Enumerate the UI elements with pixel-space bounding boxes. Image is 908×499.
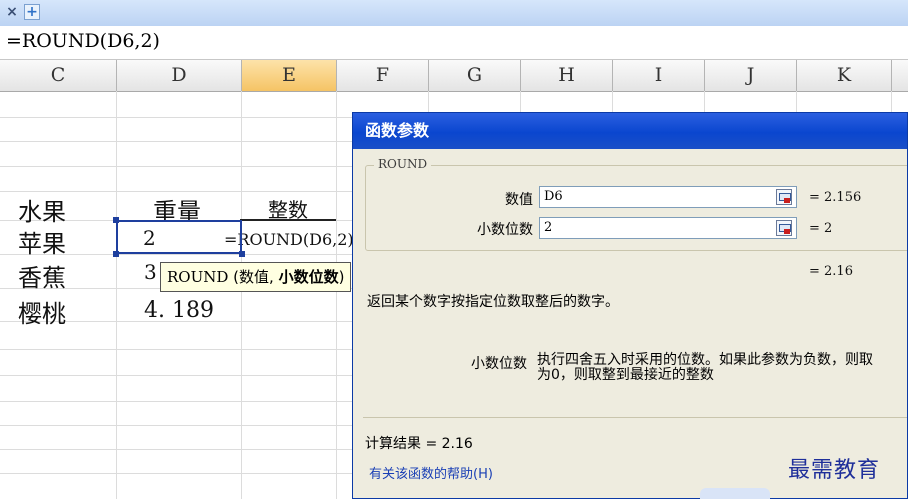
tooltip-arg-open: (数值, — [233, 268, 274, 286]
group-label: ROUND — [374, 157, 432, 171]
formula-result-preview: = 2.16 — [809, 264, 853, 279]
param-description-line-2: 为0，则取整到最接近的整数 — [537, 367, 714, 383]
column-header-i[interactable]: I — [613, 60, 705, 91]
selection-handle[interactable] — [239, 251, 245, 257]
dialog-separator — [363, 417, 907, 418]
taskbar-glow — [700, 488, 770, 499]
cell-cherry-weight[interactable]: 4. 189 — [144, 298, 214, 323]
column-header-j[interactable]: J — [705, 60, 797, 91]
arg-result-digits: = 2 — [809, 221, 833, 236]
function-help-link[interactable]: 有关该函数的帮助(H) — [369, 463, 493, 482]
column-header-e[interactable]: E — [242, 60, 337, 91]
function-description: 返回某个数字按指定位数取整后的数字。 — [367, 294, 619, 310]
watermark-logo: 最需教育 — [788, 458, 881, 483]
cell-fruit-header[interactable]: 水果 — [18, 192, 66, 227]
arg-label-number: 数值 — [505, 192, 533, 208]
function-arguments-dialog: 函数参数 ROUND 数值 D6 = 2.156 小数位数 2 = 2 = 2.… — [352, 112, 908, 499]
arg-value-number: D6 — [544, 189, 563, 204]
cell-banana-name[interactable]: 香蕉 — [18, 258, 66, 293]
dialog-title[interactable]: 函数参数 — [353, 113, 907, 149]
tooltip-active-arg: 小数位数 — [278, 268, 339, 286]
formula-text[interactable]: =ROUND(D6,2) — [6, 30, 160, 52]
column-header-h[interactable]: H — [521, 60, 613, 91]
collapse-dialog-icon[interactable] — [776, 220, 792, 236]
arg-label-digits: 小数位数 — [477, 222, 533, 238]
arg-result-number: = 2.156 — [809, 190, 862, 205]
param-name: 小数位数 — [471, 356, 527, 372]
calc-result: 计算结果 = 2.16 — [365, 436, 473, 452]
function-signature-tooltip: ROUND (数值, 小数位数) — [160, 262, 352, 292]
selection-handle[interactable] — [113, 217, 119, 223]
column-headers: C D E F G H I J K — [0, 60, 908, 92]
close-icon[interactable]: × — [4, 4, 20, 20]
collapse-dialog-icon[interactable] — [776, 189, 792, 205]
tooltip-arg-close: ) — [338, 268, 345, 286]
header-underline — [240, 219, 336, 221]
add-sheet-icon[interactable]: + — [24, 4, 40, 20]
cell-cherry-name[interactable]: 樱桃 — [18, 294, 66, 329]
sheet-tab-strip: × + — [0, 0, 908, 27]
column-header-k[interactable]: K — [797, 60, 892, 91]
param-description-line-1: 执行四舍五入时采用的位数。如果此参数为负数，则取 — [537, 352, 873, 368]
formula-bar[interactable]: =ROUND(D6,2) — [0, 26, 908, 60]
arg-input-digits[interactable]: 2 — [539, 217, 797, 239]
column-header-c[interactable]: C — [0, 60, 117, 91]
cell-apple-formula[interactable]: =ROUND(D6,2) — [224, 230, 354, 249]
column-header-f[interactable]: F — [337, 60, 429, 91]
column-header-g[interactable]: G — [429, 60, 521, 91]
selection-handle[interactable] — [113, 251, 119, 257]
cell-banana-weight[interactable]: 3 — [144, 260, 157, 284]
arg-value-digits: 2 — [544, 220, 553, 235]
column-header-d[interactable]: D — [117, 60, 242, 91]
tooltip-function: ROUND — [167, 268, 229, 286]
arg-input-number[interactable]: D6 — [539, 186, 797, 208]
selected-cell-outline — [116, 220, 242, 254]
cell-apple-name[interactable]: 苹果 — [18, 224, 66, 259]
